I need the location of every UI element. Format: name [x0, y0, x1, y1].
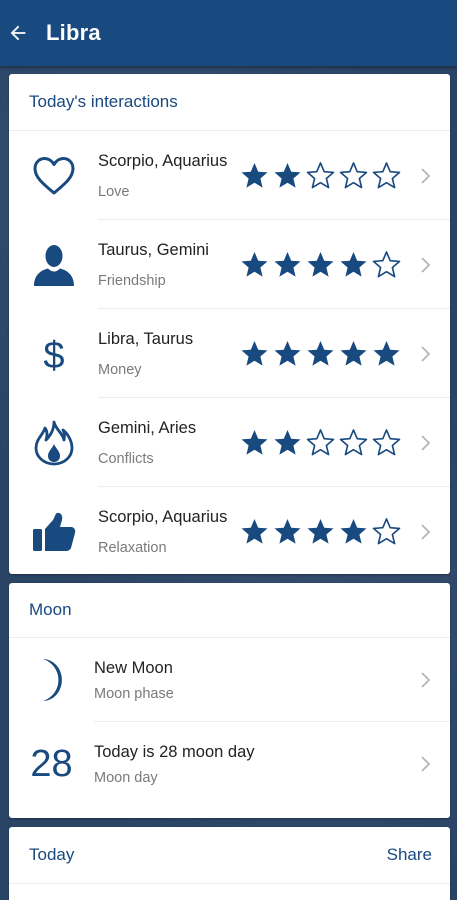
interactions-card: Today's interactions Scorpio, Aquarius Lo… — [9, 74, 450, 574]
star-filled-icon — [274, 519, 301, 544]
interaction-category: Relaxation — [98, 539, 167, 556]
star-filled-icon — [241, 163, 268, 188]
share-button[interactable]: Share — [387, 845, 432, 865]
star-filled-icon — [307, 341, 334, 366]
star-filled-icon — [241, 341, 268, 366]
interactions-header-label: Today's interactions — [29, 92, 178, 111]
today-card: Today Share — [9, 827, 450, 900]
star-filled-icon — [241, 430, 268, 455]
person-icon — [9, 220, 98, 309]
star-filled-icon — [274, 163, 301, 188]
moon-day-number-value: 28 — [30, 742, 73, 785]
interaction-signs: Scorpio, Aquarius — [98, 151, 228, 170]
interaction-row[interactable]: Scorpio, Aquarius Relaxation — [9, 487, 450, 574]
moon-day-row[interactable]: 28 Today is 28 moon day Moon day — [9, 722, 450, 806]
star-rating — [240, 428, 401, 457]
chevron-right-icon — [421, 434, 431, 451]
interaction-category: Conflicts — [98, 450, 154, 467]
star-filled-icon — [340, 341, 367, 366]
interaction-text: Gemini, Aries Conflicts — [98, 419, 232, 467]
interaction-category: Friendship — [98, 272, 166, 289]
star-outline-icon — [339, 429, 368, 456]
moon-header: Moon — [9, 583, 450, 638]
star-rating — [240, 517, 401, 546]
moon-phase-title: New Moon — [94, 658, 173, 677]
interaction-text: Libra, Taurus Money — [98, 330, 232, 378]
chevron-right-icon — [421, 345, 431, 362]
chevron-right-icon — [421, 523, 431, 540]
interaction-category: Love — [98, 183, 130, 200]
moon-day-title: Today is 28 moon day — [94, 742, 255, 761]
star-outline-icon — [372, 518, 401, 545]
moon-day-text: Today is 28 moon day Moon day — [94, 743, 255, 786]
star-filled-icon — [307, 252, 334, 277]
star-filled-icon — [340, 519, 367, 544]
star-filled-icon — [340, 252, 367, 277]
interaction-text: Taurus, Gemini Friendship — [98, 241, 232, 289]
star-filled-icon — [274, 341, 301, 366]
interactions-list: Scorpio, Aquarius Love Taurus, Gemini Frien… — [9, 131, 450, 574]
arrow-left-icon — [10, 25, 26, 41]
star-outline-icon — [372, 251, 401, 278]
interaction-signs: Scorpio, Aquarius — [98, 507, 228, 526]
moon-day-number: 28 — [9, 743, 94, 786]
svg-text:$: $ — [43, 335, 64, 374]
flame-icon — [9, 398, 98, 487]
interaction-signs: Gemini, Aries — [98, 418, 197, 437]
interactions-header: Today's interactions — [9, 74, 450, 131]
interaction-signs: Taurus, Gemini — [98, 240, 209, 259]
star-filled-icon — [241, 519, 268, 544]
moon-phase-subtitle: Moon phase — [94, 685, 174, 702]
crescent-moon-icon — [9, 657, 94, 703]
interaction-signs: Libra, Taurus — [98, 329, 194, 348]
moon-card: Moon New Moon Moon phase 28 Today is 28 … — [9, 583, 450, 818]
heart-icon — [9, 131, 98, 220]
moon-phase-text: New Moon Moon phase — [94, 659, 174, 702]
star-outline-icon — [306, 429, 335, 456]
chevron-right-icon — [421, 672, 431, 688]
today-header: Today Share — [9, 827, 450, 884]
star-filled-icon — [241, 252, 268, 277]
interaction-text: Scorpio, Aquarius Relaxation — [98, 508, 232, 556]
star-rating — [240, 161, 401, 190]
star-rating — [240, 339, 401, 368]
chevron-right-icon — [421, 256, 431, 273]
moon-day-subtitle: Moon day — [94, 769, 158, 786]
star-rating — [240, 250, 401, 279]
star-outline-icon — [372, 429, 401, 456]
interaction-row[interactable]: Scorpio, Aquarius Love — [9, 131, 450, 220]
moon-header-label: Moon — [29, 600, 72, 619]
page-title: Libra — [46, 20, 101, 45]
interaction-row[interactable]: Taurus, Gemini Friendship — [9, 220, 450, 309]
interaction-row[interactable]: $ Libra, Taurus Money — [9, 309, 450, 398]
star-outline-icon — [306, 162, 335, 189]
chevron-right-icon — [421, 756, 431, 772]
interaction-row[interactable]: Gemini, Aries Conflicts — [9, 398, 450, 487]
app-bar: Libra — [0, 0, 457, 66]
moon-phase-row[interactable]: New Moon Moon phase — [9, 638, 450, 722]
star-filled-icon — [373, 341, 400, 366]
interaction-category: Money — [98, 361, 142, 378]
star-outline-icon — [372, 162, 401, 189]
interaction-text: Scorpio, Aquarius Love — [98, 152, 232, 200]
star-filled-icon — [274, 252, 301, 277]
chevron-right-icon — [421, 167, 431, 184]
thumbs-up-icon — [9, 487, 98, 574]
back-button[interactable] — [4, 19, 32, 47]
star-filled-icon — [274, 430, 301, 455]
star-outline-icon — [339, 162, 368, 189]
dollar-icon: $ — [9, 309, 98, 398]
today-header-label: Today — [29, 845, 75, 864]
star-filled-icon — [307, 519, 334, 544]
